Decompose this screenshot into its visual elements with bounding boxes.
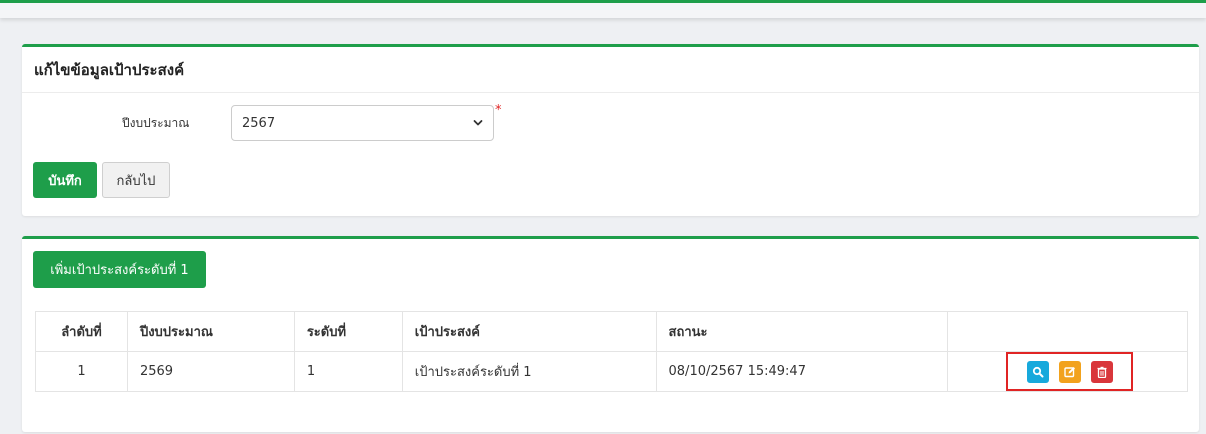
delete-button[interactable] [1090,360,1113,383]
budget-year-value: 2567 [242,115,276,131]
table-header-row: ลำดับที่ ปีงบประมาณ ระดับที่ เป้าประสงค์… [35,311,1188,352]
table-row: 1 2569 1 เป้าประสงค์ระดับที่ 1 08/10/256… [35,351,1188,392]
cell-actions [947,351,1188,392]
col-header-actions [947,311,1188,352]
col-header-year: ปีงบประมาณ [126,311,295,352]
actions-highlight-box [1006,352,1134,391]
cell-no: 1 [35,351,128,392]
back-button[interactable]: กลับไป [102,162,170,198]
add-goal-level1-button[interactable]: เพิ่มเป้าประสงค์ระดับที่ 1 [33,251,206,288]
col-header-level: ระดับที่ [293,311,403,352]
goal-list-card: เพิ่มเป้าประสงค์ระดับที่ 1 ลำดับที่ ปีงบ… [22,236,1199,432]
top-navbar [0,0,1206,18]
cell-year: 2569 [126,351,295,392]
edit-goal-card: แก้ไขข้อมูลเป้าประสงค์ ปีงบประมาณ 2567 *… [22,44,1199,216]
cell-status: 08/10/2567 15:49:47 [655,351,949,392]
budget-year-label: ปีงบประมาณ [122,116,190,130]
col-header-status: สถานะ [655,311,949,352]
cell-level: 1 [293,351,403,392]
cell-goal: เป้าประสงค์ระดับที่ 1 [401,351,657,392]
chevron-down-icon [473,120,483,126]
required-mark: * [495,103,502,118]
budget-year-select[interactable]: 2567 [231,105,494,141]
edit-icon [1064,366,1075,377]
search-icon [1032,366,1044,377]
page-title: แก้ไขข้อมูลเป้าประสงค์ [34,60,185,79]
trash-icon [1097,366,1107,378]
goal-table: ลำดับที่ ปีงบประมาณ ระดับที่ เป้าประสงค์… [35,311,1188,392]
view-button[interactable] [1026,360,1049,383]
card-header: แก้ไขข้อมูลเป้าประสงค์ [22,47,1199,93]
actions-wrap [948,352,1187,391]
save-button[interactable]: บันทึก [33,162,97,198]
col-header-no: ลำดับที่ [35,311,128,352]
edit-button[interactable] [1058,360,1081,383]
col-header-goal: เป้าประสงค์ [401,311,657,352]
